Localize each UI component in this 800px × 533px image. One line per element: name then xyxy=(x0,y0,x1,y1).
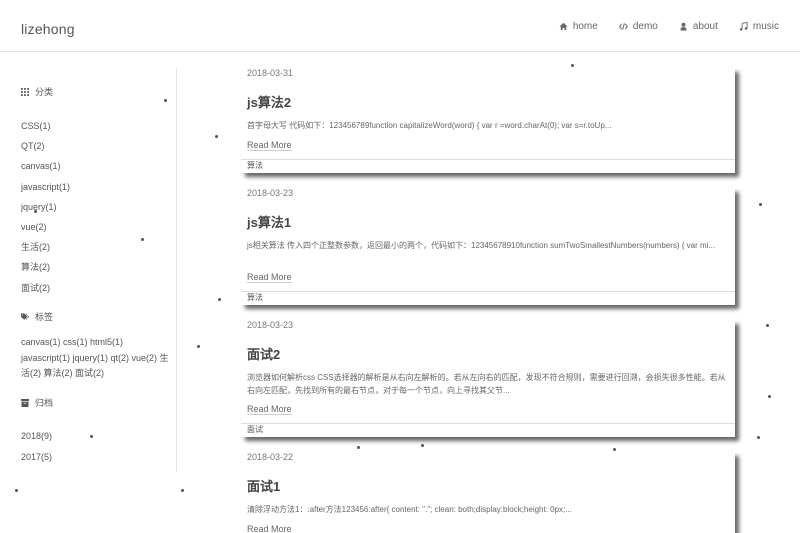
tag-item[interactable]: javascript(1) xyxy=(21,353,73,363)
background-dot xyxy=(768,395,771,398)
tag-item[interactable]: jquery(1) xyxy=(73,353,111,363)
background-dot xyxy=(766,324,769,327)
archive-icon xyxy=(21,398,29,407)
read-more-link[interactable]: Read More xyxy=(247,524,292,533)
tags-title: 标签 xyxy=(35,312,54,322)
category-item[interactable]: vue(2) xyxy=(21,222,70,242)
nav-about-label: about xyxy=(692,21,718,32)
category-item[interactable]: 算法(2) xyxy=(21,262,70,282)
tag-item[interactable]: 面试(2) xyxy=(75,368,104,378)
categories-title: 分类 xyxy=(35,87,54,97)
user-icon xyxy=(680,22,687,31)
background-dot xyxy=(757,436,760,439)
background-dot xyxy=(90,435,93,438)
nav-demo-label: demo xyxy=(632,21,658,32)
background-dot xyxy=(759,203,762,206)
post-title[interactable]: js算法2 xyxy=(247,92,291,111)
background-dot xyxy=(141,238,144,241)
category-item[interactable]: CSS(1) xyxy=(21,121,70,141)
read-more-link[interactable]: Read More xyxy=(247,404,292,415)
tag-item[interactable]: canvas(1) xyxy=(21,337,63,347)
category-list: CSS(1) QT(2) canvas(1) javascript(1) jqu… xyxy=(21,121,70,303)
background-dot xyxy=(571,64,574,67)
nav-about[interactable]: about xyxy=(679,21,718,32)
post-excerpt: 首字母大写 代码如下：123456789function capitalizeW… xyxy=(247,121,612,130)
sidebar: 分类 CSS(1) QT(2) canvas(1) javascript(1) … xyxy=(0,68,177,472)
music-icon xyxy=(739,22,748,31)
post-excerpt: js相关算法 传入四个正整数参数，返回最小的两个，代码如下：1234567891… xyxy=(247,241,716,250)
home-icon xyxy=(559,22,568,31)
nav-demo[interactable]: demo xyxy=(618,21,658,32)
tags-icon xyxy=(21,312,29,320)
category-item[interactable]: 面试(2) xyxy=(21,283,70,303)
category-item[interactable]: 生活(2) xyxy=(21,242,70,262)
background-dot xyxy=(421,444,424,447)
archive-title: 归档 xyxy=(35,398,54,408)
tag-item[interactable]: vue(2) xyxy=(132,353,160,363)
nav-home-label: home xyxy=(572,21,598,32)
nav-music-label: music xyxy=(752,21,779,32)
category-item[interactable]: QT(2) xyxy=(21,141,70,161)
post-title[interactable]: 面试2 xyxy=(247,344,280,363)
tags-heading: 标签 xyxy=(21,310,53,323)
site-brand[interactable]: lizehong xyxy=(21,21,75,37)
archive-item[interactable]: 2017(5) xyxy=(21,452,52,473)
archive-item[interactable]: 2018(9) xyxy=(21,431,52,452)
post-card: 2018-03-23 js算法1 js相关算法 传入四个正整数参数，返回最小的两… xyxy=(241,188,735,305)
post-excerpt: 浏览器如何解析css CSS选择器的解析是从右向左解析的。若从左向右的匹配，发现… xyxy=(247,373,726,395)
post-tag[interactable]: 算法 xyxy=(241,159,735,171)
tag-item[interactable]: 算法(2) xyxy=(44,368,76,378)
post-tag[interactable]: 算法 xyxy=(241,291,735,303)
post-card: 2018-03-22 面试1 清除浮动方法1：:after方法123456:af… xyxy=(241,452,735,533)
category-item[interactable]: jquery(1) xyxy=(21,202,70,222)
background-dot xyxy=(181,489,184,492)
post-title[interactable]: js算法1 xyxy=(247,212,291,231)
categories-heading: 分类 xyxy=(21,85,53,98)
nav-music[interactable]: music xyxy=(739,21,779,32)
tag-cloud: canvas(1) css(1) html5(1) javascript(1) … xyxy=(21,335,171,382)
category-item[interactable]: javascript(1) xyxy=(21,182,70,202)
category-item[interactable]: canvas(1) xyxy=(21,161,70,181)
post-date: 2018-03-31 xyxy=(247,68,294,78)
grid-icon xyxy=(21,87,29,96)
archive-heading: 归档 xyxy=(21,396,53,409)
code-icon xyxy=(618,23,628,30)
archive-list: 2018(9) 2017(5) xyxy=(21,431,52,472)
background-dot xyxy=(215,135,218,138)
read-more-link[interactable]: Read More xyxy=(247,140,292,151)
background-dot xyxy=(34,210,37,213)
tag-item[interactable]: html5(1) xyxy=(90,337,123,347)
post-date: 2018-03-23 xyxy=(247,188,294,198)
read-more-link[interactable]: Read More xyxy=(247,272,292,283)
background-dot xyxy=(164,99,167,102)
background-dot xyxy=(613,448,616,451)
tag-item[interactable]: css(1) xyxy=(63,337,90,347)
post-tag[interactable]: 面试 xyxy=(241,423,735,435)
main-nav: home demo about music xyxy=(559,21,779,32)
background-dot xyxy=(197,345,200,348)
post-card: 2018-03-23 面试2 浏览器如何解析css CSS选择器的解析是从右向左… xyxy=(241,320,735,437)
top-header: lizehong home demo about music xyxy=(0,0,800,52)
post-card: 2018-03-31 js算法2 首字母大写 代码如下：123456789fun… xyxy=(241,68,735,173)
background-dot xyxy=(357,446,360,449)
tag-item[interactable]: qt(2) xyxy=(111,353,132,363)
post-title[interactable]: 面试1 xyxy=(247,476,280,495)
nav-home[interactable]: home xyxy=(559,21,598,32)
background-dot xyxy=(15,489,18,492)
post-excerpt: 清除浮动方法1：:after方法123456:after{ content: "… xyxy=(247,505,572,514)
post-date: 2018-03-23 xyxy=(247,320,294,330)
post-date: 2018-03-22 xyxy=(247,452,294,462)
background-dot xyxy=(218,298,221,301)
